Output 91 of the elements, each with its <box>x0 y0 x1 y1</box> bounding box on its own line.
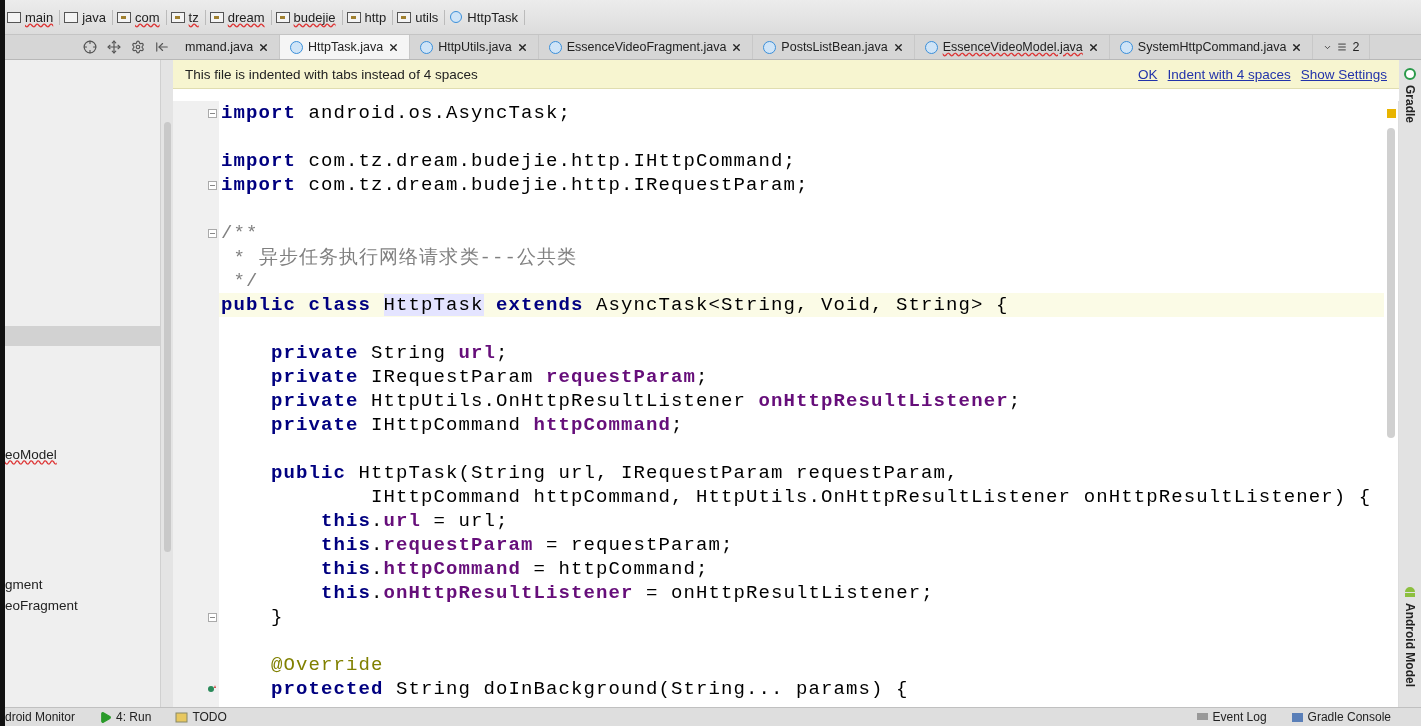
editor-tab[interactable]: EssenceVideoModel.java <box>914 35 1110 59</box>
locate-icon[interactable] <box>83 40 97 54</box>
editor-tab[interactable]: EssenceVideoFragment.java <box>538 35 754 59</box>
breadcrumb-item[interactable]: java <box>62 9 114 25</box>
code-line: public HttpTask(String url, IRequestParam requestParam, <box>270 462 959 484</box>
code-line: private IRequestParam requestParam; <box>270 366 709 388</box>
code-line: private IHttpCommand httpCommand; <box>270 414 684 436</box>
code-line: */ <box>232 270 259 292</box>
code-line: import com.tz.dream.budejie.http.IRequestParam; <box>221 174 809 196</box>
code-line: this.httpCommand = httpCommand; <box>320 558 709 580</box>
class-icon <box>449 11 464 23</box>
notification-link[interactable]: Indent with 4 spaces <box>1167 66 1291 82</box>
tree-item[interactable]: eoFragment <box>5 595 160 615</box>
breadcrumb-item[interactable]: HttpTask <box>447 9 525 25</box>
breadcrumb-item[interactable]: tz <box>168 9 206 25</box>
list-icon <box>1337 42 1348 52</box>
breadcrumb-item[interactable]: com <box>115 9 167 25</box>
warning-marker[interactable] <box>1386 109 1396 118</box>
editor-tab[interactable]: HttpUtils.java <box>410 35 539 59</box>
breadcrumb-item[interactable]: budejie <box>273 9 343 25</box>
folder-icon <box>346 11 361 23</box>
notification-link[interactable]: Show Settings <box>1300 66 1387 82</box>
folder-icon <box>7 11 21 23</box>
code-line: IHttpCommand httpCommand, HttpUtils.OnHttpResultListener onHttpResultListener) { <box>370 486 1372 508</box>
class-icon <box>420 40 434 54</box>
fold-icon[interactable] <box>208 108 217 118</box>
folder-icon <box>64 11 79 23</box>
breadcrumb-item[interactable]: dream <box>207 9 272 25</box>
editor-tab[interactable]: HttpTask.java <box>280 35 411 59</box>
code-line: /** <box>221 222 259 244</box>
close-icon[interactable] <box>731 41 743 53</box>
tool-window-button[interactable]: TODO <box>175 710 227 724</box>
code-line: this.onHttpResultListener = onHttpResultListener; <box>320 582 934 604</box>
scrollbar-thumb[interactable] <box>163 122 171 552</box>
android-icon <box>1404 586 1416 598</box>
breadcrumb-item[interactable]: http <box>344 9 394 25</box>
breadcrumb-item[interactable]: utils <box>395 9 446 25</box>
close-icon[interactable] <box>388 41 400 53</box>
fold-icon[interactable] <box>208 612 217 622</box>
code-line: import android.os.AsyncTask; <box>221 102 572 124</box>
close-icon[interactable] <box>892 41 904 53</box>
close-icon[interactable] <box>258 41 270 53</box>
run-icon <box>99 710 113 724</box>
code-line: this.url = url; <box>320 510 509 532</box>
side-tool-button[interactable]: Gradle <box>1403 68 1417 123</box>
code-line: protected String doInBackground(String... params) { <box>270 678 909 700</box>
tool-window-button[interactable]: Event Log <box>1195 710 1267 724</box>
code-line: this.requestParam = requestParam; <box>320 534 734 556</box>
class-icon <box>290 40 304 54</box>
editor-tab[interactable]: SystemHttpCommand.java <box>1109 35 1314 59</box>
class-icon <box>924 40 938 54</box>
code-line: } <box>270 606 284 628</box>
code-line: import com.tz.dream.budejie.http.IHttpCommand; <box>221 150 797 172</box>
class-icon <box>763 40 777 54</box>
console-icon <box>1290 711 1304 723</box>
class-icon <box>548 40 562 54</box>
notification-message: This file is indented with tabs instead of 4 spaces <box>185 66 479 82</box>
tool-window-button[interactable]: Gradle Console <box>1290 710 1391 724</box>
breadcrumb-item[interactable]: main <box>5 9 61 25</box>
close-icon[interactable] <box>1291 41 1303 53</box>
code-line: private HttpUtils.OnHttpResultListener onHttpResultListener; <box>270 390 1022 412</box>
elephant-icon <box>1404 68 1416 80</box>
code-line: @Override <box>270 654 384 676</box>
fold-icon[interactable] <box>208 180 217 190</box>
notification-link[interactable]: OK <box>1138 66 1158 82</box>
tree-item[interactable]: gment <box>5 574 160 594</box>
settings-icon[interactable] <box>131 40 145 54</box>
folder-icon <box>170 11 185 23</box>
close-icon[interactable] <box>1087 41 1099 53</box>
editor-tab[interactable]: PostsListBean.java <box>753 35 915 59</box>
tool-window-button[interactable]: 4: Run <box>99 710 152 724</box>
scrollbar-thumb[interactable] <box>1387 128 1395 438</box>
folder-icon <box>117 11 132 23</box>
speech-bubble-icon <box>1195 711 1209 723</box>
tree-item[interactable]: eoModel <box>5 444 160 464</box>
tool-window-button[interactable]: droid Monitor <box>5 710 76 724</box>
code-line: public class HttpTask extends AsyncTask<String, Void, String> { <box>221 294 1009 316</box>
todo-icon <box>175 711 189 723</box>
code-line: * 异步任务执行网络请求类---公共类 <box>232 246 578 270</box>
close-icon[interactable] <box>516 41 528 53</box>
fold-icon[interactable] <box>208 228 217 238</box>
override-icon[interactable] <box>207 684 217 694</box>
folder-icon <box>209 11 224 23</box>
tab-overflow-button[interactable]: 2 <box>1313 35 1371 59</box>
collapse-icon[interactable] <box>155 40 169 54</box>
move-icon[interactable] <box>107 40 121 54</box>
folder-icon <box>397 11 412 23</box>
side-tool-button[interactable]: Android Model <box>1403 586 1417 687</box>
code-line: private String url; <box>270 342 509 364</box>
class-icon <box>1119 40 1133 54</box>
folder-icon <box>275 11 290 23</box>
